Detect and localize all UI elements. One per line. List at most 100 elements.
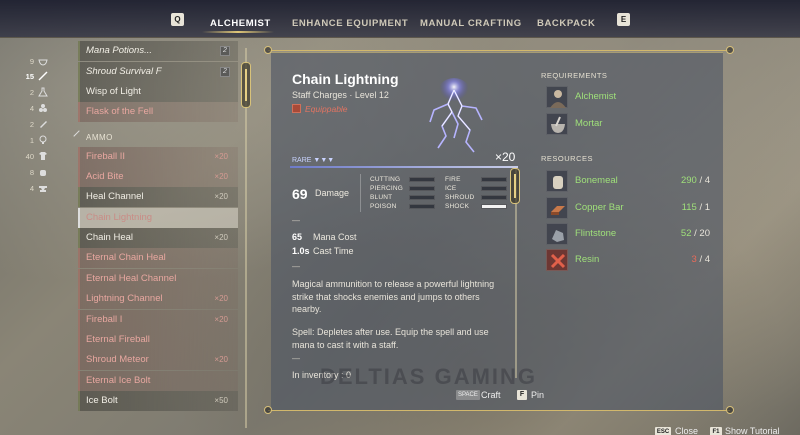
f-key-hint: F xyxy=(517,390,527,400)
item-spell-note: Spell: Depletes after use. Equip the spe… xyxy=(292,327,489,350)
item-title: Chain Lightning xyxy=(292,71,399,87)
category-knife[interactable]: 2 xyxy=(20,117,60,133)
bulb-icon xyxy=(39,135,47,144)
stat-label: PIERCING xyxy=(370,185,404,192)
recipe-list: Mana Potions... 2 Shroud Survival F 2 Wi… xyxy=(73,38,243,435)
count-badge: 2 xyxy=(220,67,230,77)
alchemist-icon xyxy=(546,86,568,108)
stat-label: CUTTING xyxy=(370,176,401,183)
tab-alchemist[interactable]: ALCHEMIST xyxy=(210,18,271,29)
list-item[interactable]: Shroud Survival F 2 xyxy=(78,62,238,82)
mortar-icon xyxy=(546,113,568,135)
cast-time-value: 1.0s xyxy=(292,246,310,256)
list-item[interactable]: Chain Heal ×20 xyxy=(78,228,238,248)
equippable-label: Equippable xyxy=(305,104,348,114)
detail-scrollbar-thumb[interactable] xyxy=(510,168,520,204)
list-item[interactable]: Mana Potions... 2 xyxy=(78,41,238,61)
count-badge: 2 xyxy=(220,46,230,56)
frame-gem-icon xyxy=(726,406,734,414)
stack-count: ×20 xyxy=(495,150,516,164)
active-tab-underline xyxy=(202,31,274,33)
list-item[interactable]: Wisp of Light xyxy=(78,82,238,102)
stat-label: SHROUD xyxy=(445,194,475,201)
list-item-selected[interactable]: Chain Lightning xyxy=(78,208,238,228)
resin-icon xyxy=(546,249,568,271)
equippable-icon xyxy=(292,104,301,113)
category-stack[interactable]: 4 xyxy=(20,101,60,117)
resource-bonemeal: Bonemeal xyxy=(575,175,618,186)
top-tab-bar: Q ALCHEMIST ENHANCE EQUIPMENT MANUAL CRA… xyxy=(0,0,800,38)
anvil-icon xyxy=(39,186,47,192)
f1-key-hint: F1 xyxy=(710,427,722,435)
mana-cost-value: 65 xyxy=(292,232,303,242)
category-pot[interactable]: 8 xyxy=(20,165,60,181)
craft-button[interactable]: Craft xyxy=(481,390,501,400)
category-bowl[interactable]: 9 xyxy=(20,54,60,70)
category-flask[interactable]: 2 xyxy=(20,85,60,101)
bowl-icon xyxy=(38,59,48,66)
e-key-hint[interactable]: E xyxy=(617,13,630,26)
list-item[interactable]: Acid Bite ×20 xyxy=(78,167,238,187)
wand-icon xyxy=(73,130,85,142)
stat-bar xyxy=(409,186,435,191)
damage-value: 69 xyxy=(292,186,308,202)
stat-bar xyxy=(481,177,507,182)
stat-bar xyxy=(409,195,435,200)
tab-enhance-equipment[interactable]: ENHANCE EQUIPMENT xyxy=(292,18,408,29)
list-item[interactable]: Ice Bolt ×50 xyxy=(78,391,238,411)
pin-button[interactable]: Pin xyxy=(531,390,544,400)
divider-dash: — xyxy=(292,354,300,363)
list-item[interactable]: Shroud Meteor ×20 xyxy=(78,350,238,370)
watermark-logo: DELTIAS GAMING xyxy=(320,364,538,389)
stat-bar xyxy=(481,195,507,200)
rarity-label: RARE ▼▼▼ xyxy=(292,157,335,164)
mana-cost-label: Mana Cost xyxy=(313,232,357,242)
knife-icon xyxy=(40,121,47,128)
bonemeal-icon xyxy=(546,170,568,192)
list-item[interactable]: Eternal Fireball xyxy=(78,330,238,350)
tab-manual-crafting[interactable]: MANUAL CRAFTING xyxy=(420,18,522,29)
stat-label: FIRE xyxy=(445,176,461,183)
stat-label: POISON xyxy=(370,203,397,210)
list-item[interactable]: Eternal Ice Bolt xyxy=(78,371,238,391)
resource-count: 3 / 4 xyxy=(691,254,711,265)
list-item[interactable]: Eternal Heal Channel xyxy=(78,269,238,289)
rarity-bar xyxy=(290,166,518,168)
close-button[interactable]: Close xyxy=(675,426,698,435)
flask-icon xyxy=(38,87,48,97)
list-item[interactable]: Heal Channel ×20 xyxy=(78,187,238,207)
divider-dash: — xyxy=(292,262,300,271)
flintstone-icon xyxy=(546,223,568,245)
item-description: Magical ammunition to release a powerful… xyxy=(292,279,495,314)
list-scrollbar-thumb[interactable] xyxy=(241,62,251,108)
list-item[interactable]: Lightning Channel ×20 xyxy=(78,289,238,309)
stat-divider xyxy=(360,174,361,212)
q-key-hint[interactable]: Q xyxy=(171,13,184,26)
category-anvil[interactable]: 4 xyxy=(20,181,60,197)
tab-backpack[interactable]: BACKPACK xyxy=(537,18,595,29)
resource-flintstone: Flintstone xyxy=(575,228,617,239)
stack-icon xyxy=(39,104,47,112)
stat-bar xyxy=(409,204,435,209)
requirement-alchemist: Alchemist xyxy=(575,91,617,102)
resource-count: 52 / 20 xyxy=(680,228,710,239)
item-subtitle: Staff Charges · Level 12 xyxy=(292,90,389,100)
damage-label: Damage xyxy=(315,188,350,198)
stat-label: ICE xyxy=(445,185,457,192)
frame-gem-icon xyxy=(726,46,734,54)
esc-key-hint: ESC xyxy=(655,427,671,435)
category-shirt[interactable]: 40 xyxy=(20,149,60,165)
shirt-icon xyxy=(39,152,47,160)
frame-divider-bottom xyxy=(268,410,730,411)
list-item[interactable]: Fireball I ×20 xyxy=(78,310,238,330)
category-wand[interactable]: 15 xyxy=(20,69,60,85)
show-tutorial-button[interactable]: Show Tutorial xyxy=(725,426,780,435)
list-item[interactable]: Eternal Chain Heal xyxy=(78,248,238,268)
cast-time-label: Cast Time xyxy=(313,246,354,256)
frame-divider-top xyxy=(268,50,730,51)
list-item[interactable]: Fireball II ×20 xyxy=(78,147,238,167)
chain-lightning-icon xyxy=(429,78,483,153)
category-bulb[interactable]: 1 xyxy=(20,133,60,149)
stat-label: BLUNT xyxy=(370,194,393,201)
list-item[interactable]: Flask of the Fell xyxy=(78,102,238,122)
